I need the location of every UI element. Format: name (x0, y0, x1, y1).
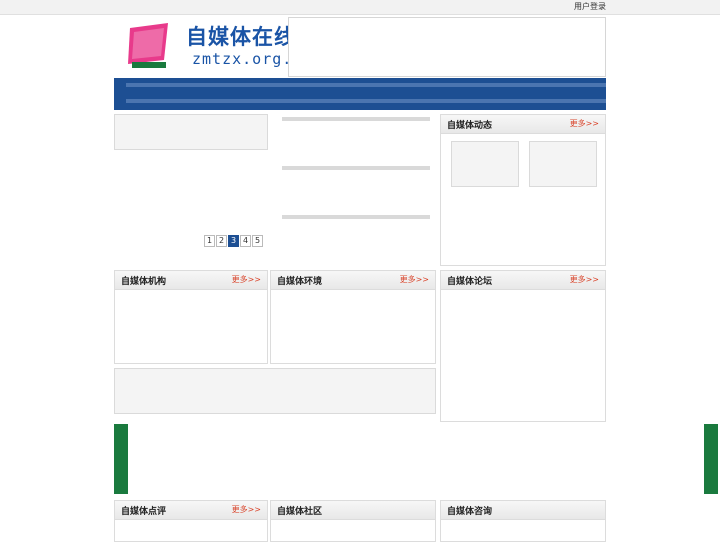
news-thumbnail[interactable] (451, 141, 519, 187)
mid-banner[interactable] (114, 368, 436, 414)
login-link[interactable]: 用户登录 (574, 1, 606, 12)
nav-item[interactable] (486, 83, 546, 87)
nav-item[interactable] (546, 99, 606, 103)
nav-item[interactable] (426, 99, 486, 103)
panel-title: 自媒体动态 (447, 121, 493, 131)
more-link[interactable]: 更多>> (232, 274, 261, 285)
nav-item[interactable] (426, 83, 486, 87)
nav-item[interactable] (546, 83, 606, 87)
panel-title: 自媒体点评 (121, 507, 167, 517)
nav-item[interactable] (366, 99, 426, 103)
more-link[interactable]: 更多>> (570, 118, 599, 129)
nav-item[interactable] (306, 99, 366, 103)
panel-title: 自媒体社区 (277, 507, 323, 517)
page-2-button[interactable]: 2 (216, 235, 227, 247)
nav-item[interactable] (486, 99, 546, 103)
featured-carousel[interactable] (114, 114, 268, 150)
ratings-panel: 自媒体点评 更多>> (114, 500, 268, 542)
more-link[interactable]: 更多>> (570, 274, 599, 285)
site-header: 自媒体在线网 zmtzx.org.cn (114, 14, 606, 77)
nav-item[interactable] (246, 83, 306, 87)
page-5-button[interactable]: 5 (252, 235, 263, 247)
nav-item[interactable] (126, 83, 186, 87)
panel-header: 自媒体社区 (271, 501, 435, 520)
media-news-panel: 自媒体动态 更多>> (440, 114, 606, 266)
panel-header: 自媒体动态 更多>> (441, 115, 605, 134)
panel-header: 自媒体论坛 更多>> (441, 271, 605, 290)
panel-header: 自媒体环境 更多>> (271, 271, 435, 290)
nav-item[interactable] (306, 83, 366, 87)
headline-link[interactable] (282, 166, 430, 170)
page-4-button[interactable]: 4 (240, 235, 251, 247)
panel-header: 自媒体机构 更多>> (115, 271, 267, 290)
top-bar: 用户登录 (0, 0, 720, 15)
main-nav (114, 78, 606, 110)
nav-item[interactable] (126, 99, 186, 103)
page-1-button[interactable]: 1 (204, 235, 215, 247)
logo-icon[interactable] (124, 20, 172, 70)
panel-title: 自媒体论坛 (447, 277, 493, 287)
header-banner[interactable] (288, 17, 606, 77)
environment-panel: 自媒体环境 更多>> (270, 270, 436, 364)
nav-item[interactable] (366, 83, 426, 87)
headline-link[interactable] (282, 215, 430, 219)
more-link[interactable]: 更多>> (232, 504, 261, 515)
forum-panel: 自媒体论坛 更多>> (440, 270, 606, 422)
right-side-banner[interactable] (704, 424, 718, 494)
panel-header: 自媒体点评 更多>> (115, 501, 267, 520)
panel-header: 自媒体咨询 (441, 501, 605, 520)
left-side-banner[interactable] (114, 424, 128, 494)
community-panel: 自媒体社区 (270, 500, 436, 542)
panel-title: 自媒体环境 (277, 277, 323, 287)
news-thumbnail[interactable] (529, 141, 597, 187)
consulting-panel: 自媒体咨询 (440, 500, 606, 542)
nav-item[interactable] (186, 83, 246, 87)
nav-item[interactable] (246, 99, 306, 103)
panel-title: 自媒体咨询 (447, 507, 493, 517)
more-link[interactable]: 更多>> (400, 274, 429, 285)
page-3-button[interactable]: 3 (228, 235, 239, 247)
featured-pager: 12345 (204, 232, 264, 247)
headline-link[interactable] (282, 117, 430, 121)
panel-title: 自媒体机构 (121, 277, 167, 287)
nav-item[interactable] (186, 99, 246, 103)
institutions-panel: 自媒体机构 更多>> (114, 270, 268, 364)
